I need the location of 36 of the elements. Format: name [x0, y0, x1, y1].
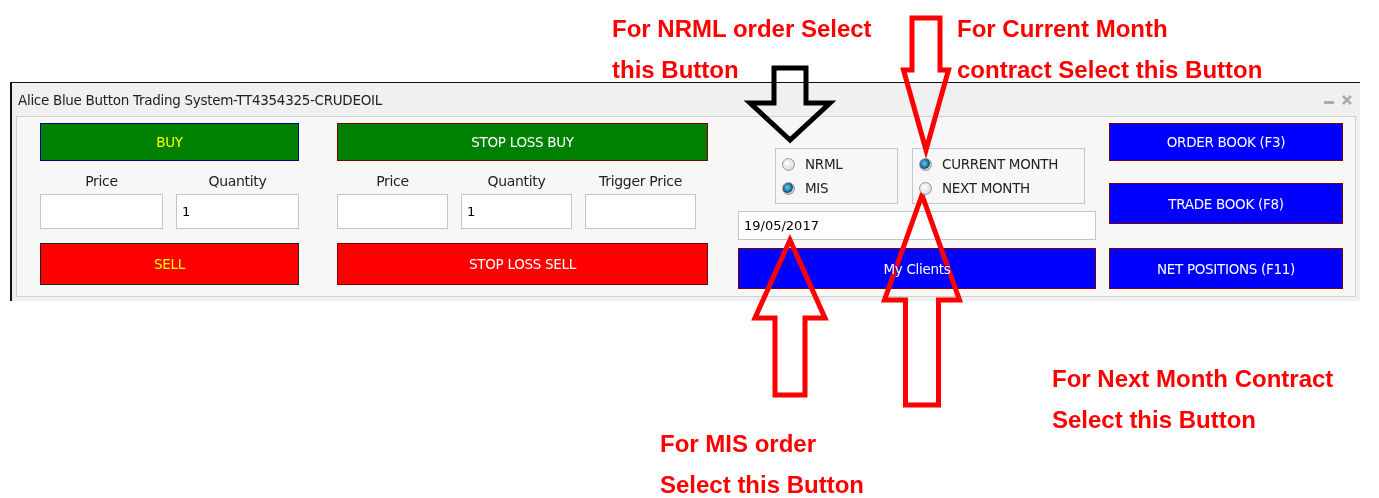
- annotation-text: Select this Button: [1052, 405, 1256, 435]
- buy-button[interactable]: BUY: [40, 123, 299, 161]
- annotation-text: Select this Button: [660, 470, 864, 498]
- annotation-text: For Next Month Contract: [1052, 364, 1334, 394]
- radio-label[interactable]: CURRENT MONTH: [942, 156, 1059, 172]
- radio-label[interactable]: NRML: [805, 156, 843, 172]
- input-field[interactable]: [40, 194, 163, 229]
- annotation-text: contract Select this Button: [957, 55, 1263, 85]
- side-button[interactable]: ORDER BOOK (F3): [1109, 123, 1343, 161]
- window-title: Alice Blue Button Trading System-TT4354325-CRUDEOIL: [18, 91, 382, 108]
- side-button[interactable]: TRADE BOOK (F8): [1109, 183, 1343, 224]
- radio-button[interactable]: [919, 181, 932, 195]
- close-icon[interactable]: [1342, 94, 1352, 105]
- annotation-text: For NRML order Select: [612, 14, 872, 44]
- radio-button[interactable]: [919, 157, 932, 171]
- input-field[interactable]: [585, 194, 696, 229]
- field-label: Price: [84, 173, 119, 189]
- input-field[interactable]: [337, 194, 448, 229]
- field-label: Trigger Price: [598, 173, 683, 189]
- field-label: Quantity: [207, 173, 268, 189]
- input-field[interactable]: 1: [461, 194, 572, 229]
- field-label: Price: [375, 173, 410, 189]
- input-field[interactable]: 1: [176, 194, 299, 229]
- side-button[interactable]: NET POSITIONS (F11): [1109, 248, 1343, 289]
- annotation-text: this Button: [612, 55, 739, 85]
- annotation-text: For MIS order: [660, 429, 816, 459]
- radio-button[interactable]: [782, 157, 795, 171]
- radio-button[interactable]: [782, 181, 795, 195]
- date-field[interactable]: 19/05/2017: [738, 211, 1096, 240]
- radio-label[interactable]: MIS: [805, 180, 829, 196]
- sell-button[interactable]: SELL: [40, 243, 299, 285]
- radio-label[interactable]: NEXT MONTH: [942, 180, 1030, 196]
- buy-button[interactable]: STOP LOSS BUY: [337, 123, 708, 161]
- field-label: Quantity: [486, 173, 547, 189]
- annotation-text: For Current Month: [957, 14, 1168, 44]
- sell-button[interactable]: STOP LOSS SELL: [337, 243, 708, 285]
